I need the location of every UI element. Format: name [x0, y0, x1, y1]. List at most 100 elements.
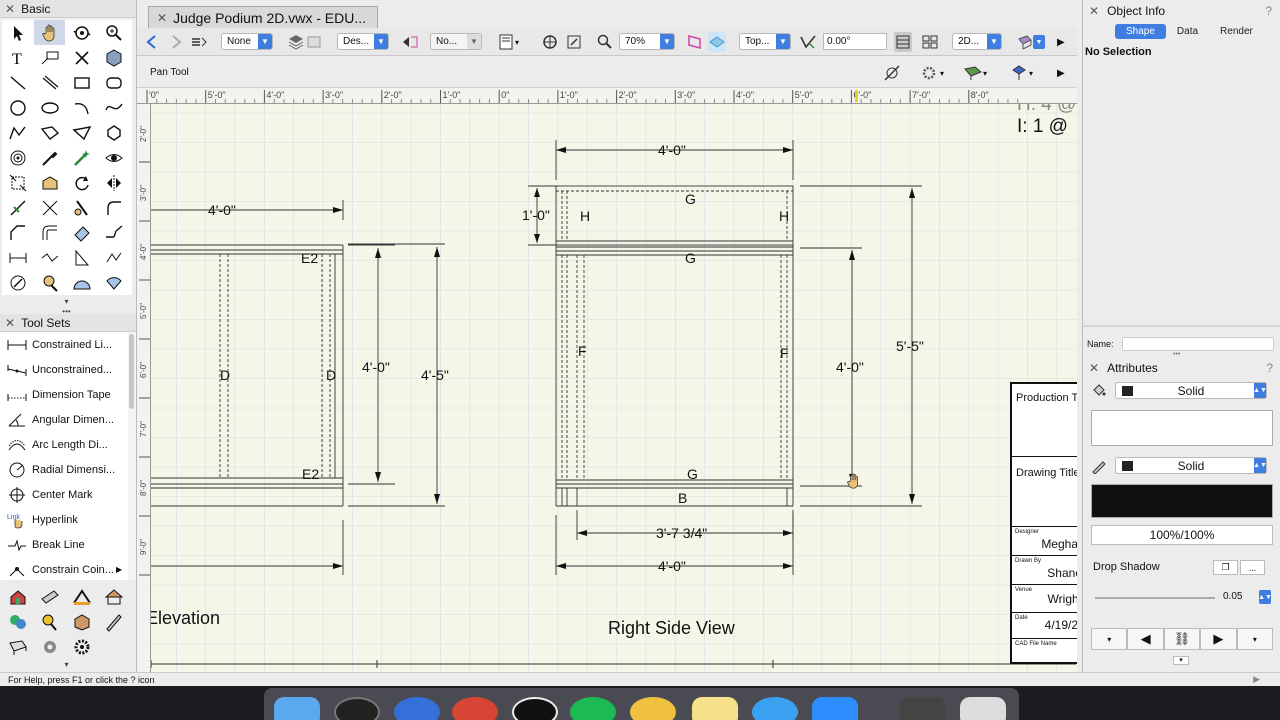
projection-button[interactable] [921, 32, 939, 52]
resize-tool[interactable] [2, 170, 33, 195]
regular-polygon-tool[interactable] [98, 120, 129, 145]
circle-tool[interactable] [2, 95, 33, 120]
scrollbar-thumb[interactable] [129, 334, 134, 409]
nav-previous-button[interactable]: ◀ [1127, 628, 1164, 650]
selection-tool[interactable] [2, 20, 33, 45]
drawing-canvas[interactable]: 4'-0" 4'-0" 4'-5" 4'-0" 1'-0" 4'-0" 5'-5… [151, 104, 1077, 672]
rectangle-tool[interactable] [66, 70, 97, 95]
tab-data[interactable]: Data [1166, 24, 1209, 39]
dimension-tool[interactable] [2, 245, 33, 270]
toolbar-overflow-arrow[interactable]: ▶ [1057, 32, 1065, 52]
expand-handle[interactable]: ▾ [1173, 656, 1189, 665]
screen-plane-button[interactable] [708, 32, 726, 52]
split-tool[interactable] [2, 195, 33, 220]
close-icon[interactable]: ✕ [1089, 361, 1099, 375]
rotation-input[interactable]: 0.00° [823, 33, 887, 50]
close-icon[interactable]: ✕ [157, 11, 167, 25]
clip-tool[interactable] [66, 195, 97, 220]
class-select[interactable]: None ▼ [221, 33, 273, 50]
chamfer-tool[interactable] [2, 220, 33, 245]
polyline-tool[interactable] [2, 120, 33, 145]
chevron-down-icon[interactable]: ▲▼ [1258, 590, 1272, 604]
oval-tool[interactable] [34, 95, 65, 120]
locus-tool[interactable] [66, 45, 97, 70]
rounded-rectangle-tool[interactable] [98, 70, 129, 95]
toolset-dims-notes[interactable] [66, 584, 97, 609]
basic-expand-handle[interactable]: ▾ [0, 298, 133, 306]
back-button[interactable] [143, 32, 161, 52]
rotate-tool[interactable] [66, 170, 97, 195]
document-tab[interactable]: ✕ Judge Podium 2D.vwx - EDU... [148, 6, 378, 28]
downloads-dock-icon[interactable] [900, 697, 946, 720]
toolset-gears[interactable] [66, 634, 97, 659]
toolset-item-dimension-tape[interactable]: Dimension Tape [0, 382, 128, 407]
layer-visibility-button[interactable] [287, 32, 323, 52]
pan-tool[interactable] [34, 20, 65, 45]
toolset-3d-modeling[interactable] [2, 634, 33, 659]
drop-shadow-options-button[interactable]: ... [1240, 560, 1265, 575]
render-select[interactable]: 2D... ▼ [952, 33, 1002, 50]
toolset-detailing[interactable] [34, 584, 65, 609]
photos-dock-icon[interactable] [630, 697, 676, 720]
snap-loose-button[interactable] [882, 64, 902, 82]
toolset-visualization[interactable] [34, 634, 65, 659]
rotate-view-button[interactable] [799, 32, 817, 52]
callout-tool[interactable] [34, 45, 65, 70]
forward-button[interactable] [167, 32, 185, 52]
zoom-fit-button[interactable] [541, 32, 559, 52]
3d-locus-tool[interactable] [98, 45, 129, 70]
toolset-item-break-line[interactable]: Break Line [0, 532, 128, 557]
tab-render[interactable]: Render [1209, 24, 1264, 39]
opacity-button[interactable]: 100%/100% [1091, 525, 1273, 545]
trash-dock-icon[interactable] [960, 697, 1006, 720]
view-options-button[interactable]: ▼ [1015, 32, 1045, 52]
eyedropper-tool[interactable] [34, 145, 65, 170]
render-mode-button[interactable] [894, 32, 912, 52]
mail-dock-icon[interactable] [752, 697, 798, 720]
help-icon[interactable]: ? [1265, 4, 1272, 18]
protractor-tool[interactable] [66, 270, 97, 295]
dashboard-dock-icon[interactable] [334, 697, 380, 720]
chrome-dock-icon[interactable] [452, 697, 498, 720]
object-mapping-tool[interactable] [66, 220, 97, 245]
lighting-tool[interactable] [34, 270, 65, 295]
toolset-building-shell[interactable] [2, 584, 33, 609]
toolset-site-planning[interactable] [2, 609, 33, 634]
name-field[interactable] [1121, 337, 1274, 351]
vectorworks-dock-icon[interactable] [512, 697, 558, 720]
text-tool[interactable]: T [2, 45, 33, 70]
sweep-tool[interactable] [98, 245, 129, 270]
snap-settings-button[interactable]: ▾ [920, 64, 944, 82]
toolset-item-hyperlink[interactable]: Link Hyperlink [0, 507, 128, 532]
triangle-tool[interactable] [66, 120, 97, 145]
saved-view-select[interactable]: No... ▼ [430, 33, 482, 50]
safari-dock-icon[interactable] [394, 697, 440, 720]
toolsets-expand-handle[interactable]: ▾ [0, 661, 133, 669]
layer-select[interactable]: Des... ▼ [337, 33, 389, 50]
line-tool[interactable] [2, 70, 33, 95]
zoom-objects-button[interactable] [565, 32, 583, 52]
spotify-dock-icon[interactable] [570, 697, 616, 720]
class-visibility-button[interactable] [190, 32, 208, 52]
double-line-tool[interactable] [34, 70, 65, 95]
toolset-item-constrained-linear[interactable]: Constrained Li... [0, 332, 128, 357]
attribute-mapping-tool[interactable] [66, 145, 97, 170]
nav-next-button[interactable]: ▶ [1200, 628, 1237, 650]
sheet-layer-button[interactable]: ▾ [497, 32, 519, 52]
zoom-button[interactable] [596, 32, 614, 52]
toolset-fabric[interactable] [98, 609, 129, 634]
view-select[interactable]: Top... ▼ [739, 33, 791, 50]
stipple-tool[interactable] [34, 245, 65, 270]
mirror-tool[interactable] [98, 170, 129, 195]
toolset-machine-design[interactable] [66, 609, 97, 634]
trim-tool[interactable] [34, 195, 65, 220]
drop-shadow-toggle[interactable]: ❐ [1213, 560, 1238, 575]
zoom-dock-icon[interactable] [812, 697, 858, 720]
fillet-tool[interactable] [98, 195, 129, 220]
plane-snap-button[interactable]: ▾ [1009, 64, 1033, 82]
close-icon[interactable]: ✕ [1089, 4, 1099, 18]
zoom-select[interactable]: 70% ▼ [619, 33, 675, 50]
arc-tool[interactable] [66, 95, 97, 120]
nav-link-button[interactable]: ⛓ [1163, 628, 1201, 650]
saved-view-button[interactable] [401, 32, 419, 52]
